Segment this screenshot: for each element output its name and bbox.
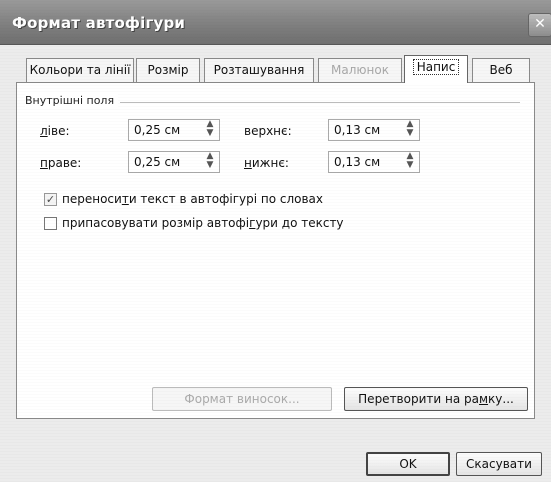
tab-label: Напис <box>412 59 460 75</box>
tab-position[interactable]: Розташування <box>204 58 314 82</box>
wrap-text-checkbox[interactable]: ✓ <box>44 193 57 206</box>
spin-arrows[interactable]: ▲ ▼ <box>201 120 219 140</box>
tab-colors-lines[interactable]: Кольори та лінії <box>26 58 134 82</box>
spin-down-icon[interactable]: ▼ <box>401 129 419 138</box>
format-callout-button: Формат виносок... <box>152 387 332 411</box>
ok-button[interactable]: OK <box>366 452 450 476</box>
dialog-title: Формат автофігури <box>12 14 186 32</box>
top-margin-spinner[interactable]: 0,13 см ▲ ▼ <box>328 119 420 141</box>
resize-shape-label[interactable]: припасовувати розмір автофігури до текст… <box>62 216 344 230</box>
tab-label: Розмір <box>147 63 189 77</box>
left-margin-label: ліве: <box>40 124 70 138</box>
spin-down-icon[interactable]: ▼ <box>401 161 419 170</box>
tab-label: Розташування <box>213 63 305 77</box>
resize-shape-checkbox[interactable] <box>44 217 57 230</box>
tab-web[interactable]: Веб <box>472 58 530 82</box>
tab-picture: Малюнок <box>318 58 402 82</box>
cancel-button[interactable]: Скасувати <box>456 452 542 476</box>
spin-arrows[interactable]: ▲ ▼ <box>201 152 219 172</box>
left-margin-value[interactable]: 0,25 см <box>134 123 180 137</box>
right-margin-label: праве: <box>40 156 82 170</box>
tab-size[interactable]: Розмір <box>136 58 200 82</box>
right-margin-value[interactable]: 0,25 см <box>134 155 180 169</box>
tab-label: Веб <box>489 63 513 77</box>
spin-down-icon[interactable]: ▼ <box>201 129 219 138</box>
bottom-margin-spinner[interactable]: 0,13 см ▲ ▼ <box>328 151 420 173</box>
spin-arrows[interactable]: ▲ ▼ <box>401 120 419 140</box>
internal-margins-title: Внутрішні поля <box>25 94 119 107</box>
title-bar[interactable]: Формат автофігури ✕ <box>0 0 551 45</box>
top-margin-value[interactable]: 0,13 см <box>334 123 380 137</box>
top-margin-label: верхнє: <box>244 124 292 138</box>
group-divider <box>120 102 520 103</box>
close-button[interactable]: ✕ <box>528 13 551 37</box>
left-margin-spinner[interactable]: 0,25 см ▲ ▼ <box>128 119 220 141</box>
convert-to-frame-button[interactable]: Перетворити на рамку... <box>344 387 528 411</box>
bottom-margin-value[interactable]: 0,13 см <box>334 155 380 169</box>
spin-down-icon[interactable]: ▼ <box>201 161 219 170</box>
right-margin-spinner[interactable]: 0,25 см ▲ ▼ <box>128 151 220 173</box>
wrap-text-label[interactable]: переносити текст в автофігурі по словах <box>62 192 323 206</box>
tab-label: Кольори та лінії <box>29 63 131 77</box>
bottom-margin-label: нижнє: <box>244 156 289 170</box>
close-icon: ✕ <box>534 16 546 32</box>
spin-arrows[interactable]: ▲ ▼ <box>401 152 419 172</box>
format-autoshape-dialog: Формат автофігури ✕ Кольори та лінії Роз… <box>0 0 551 482</box>
tab-label: Малюнок <box>331 63 389 77</box>
tab-text-box[interactable]: Напис <box>404 55 468 83</box>
checkmark-icon: ✓ <box>45 193 56 206</box>
